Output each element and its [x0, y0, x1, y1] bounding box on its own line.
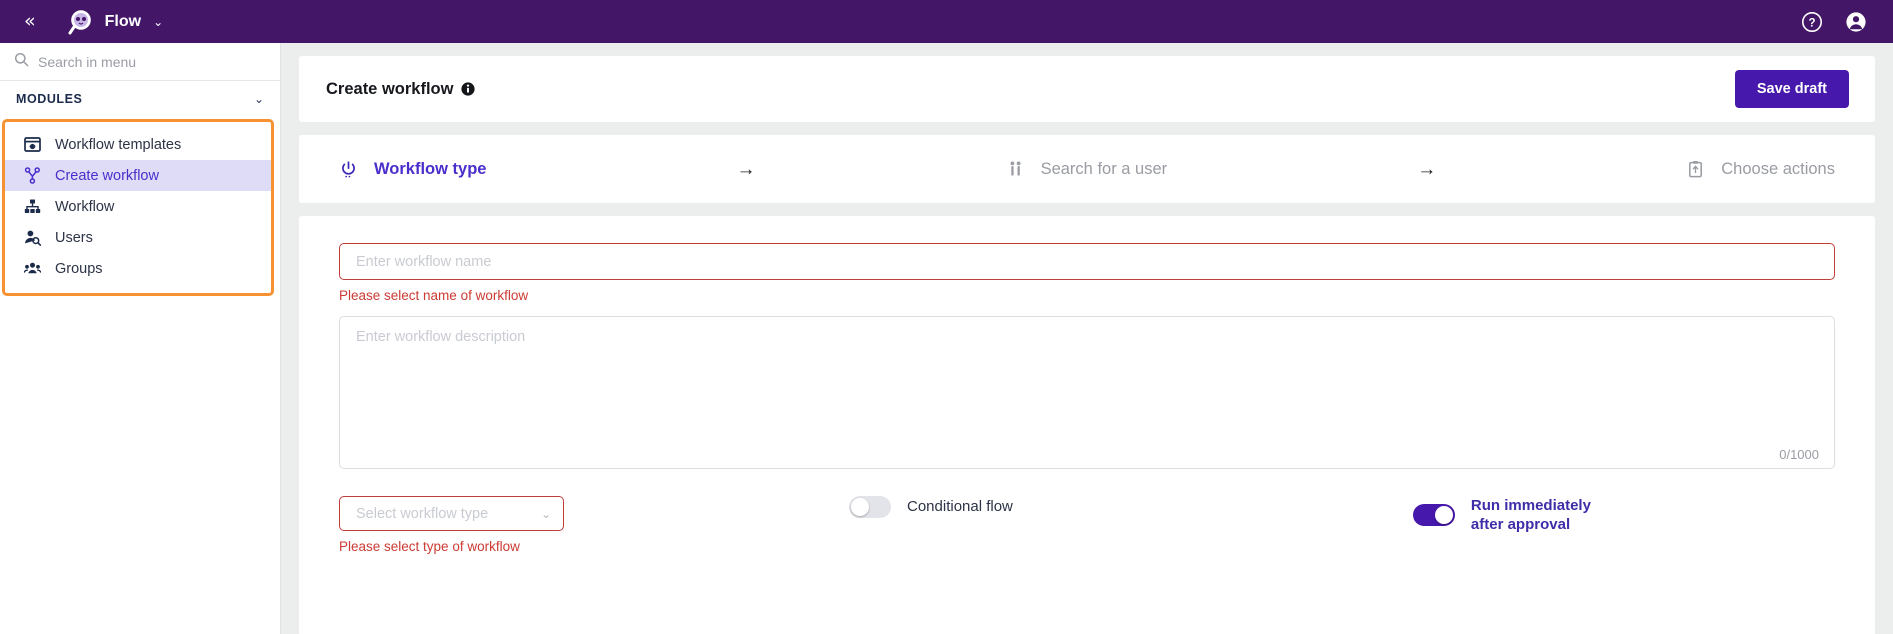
workflow-type-column: Select workflow type ⌄ Please select typ…: [339, 496, 564, 554]
help-circle-icon[interactable]: ?: [1801, 11, 1823, 33]
character-counter: 0/1000: [1779, 447, 1819, 462]
sidebar-item-create-workflow[interactable]: Create workflow: [5, 160, 271, 191]
svg-text:?: ?: [1808, 17, 1815, 29]
workflow-name-input[interactable]: [339, 243, 1835, 280]
sidebar-item-label: Workflow templates: [55, 136, 182, 153]
step-label: Search for a user: [1040, 159, 1168, 178]
top-bar-actions: ?: [1801, 11, 1875, 33]
toggle-knob: [1434, 506, 1453, 525]
modules-label: MODULES: [16, 92, 83, 106]
app-shell: Search in menu MODULES ⌄ Workflow templa…: [0, 43, 1893, 634]
sidebar-item-groups[interactable]: Groups: [5, 253, 271, 284]
conditional-flow-group: Conditional flow: [849, 496, 1013, 518]
conditional-flow-toggle[interactable]: [849, 496, 891, 518]
run-immediately-line-2: after approval: [1470, 516, 1571, 534]
run-immediately-toggle[interactable]: [1412, 504, 1455, 527]
workflow-name-error: Please select name of workflow: [339, 288, 529, 303]
sidebar-menu-highlight-box: Workflow templates Create workflow Workf…: [2, 119, 274, 296]
search-input[interactable]: Search in menu: [38, 54, 136, 70]
workflow-hierarchy-icon: [23, 197, 42, 216]
info-icon[interactable]: [461, 82, 476, 96]
page-title: Create workflow: [326, 79, 454, 98]
sidebar-item-label: Create workflow: [55, 167, 159, 184]
brand-chevron-down-icon: ⌄: [153, 14, 164, 29]
groups-icon: [23, 259, 42, 278]
sidebar-item-label: Workflow: [55, 198, 115, 215]
run-immediately-line-1: Run immediately: [1470, 497, 1591, 514]
run-immediately-label: Run immediately after approval: [1471, 496, 1591, 534]
conditional-flow-label: Conditional flow: [907, 498, 1013, 516]
workflow-form-card: Please select name of workflow 0/1000 Se…: [299, 216, 1875, 634]
brand-logo-button[interactable]: Flow ⌄: [68, 8, 164, 36]
people-icon: [1006, 160, 1025, 179]
workflow-description-wrapper: 0/1000: [339, 316, 1835, 474]
page-header-card: Create workflow Save draft: [299, 56, 1875, 122]
top-bar: « Flow ⌄ ?: [0, 0, 1893, 43]
workflow-type-error: Please select type of workflow: [339, 539, 520, 554]
main-content: Create workflow Save draft Workflow type…: [281, 43, 1893, 634]
brand-name: Flow: [104, 12, 142, 30]
user-search-icon: [23, 228, 42, 247]
power-icon: [339, 160, 358, 179]
sidebar: Search in menu MODULES ⌄ Workflow templa…: [0, 43, 281, 634]
toggle-knob: [851, 498, 869, 516]
collapse-sidebar-button[interactable]: «: [18, 10, 40, 33]
chevron-down-icon: ⌄: [253, 92, 264, 106]
step-label: Workflow type: [374, 159, 487, 178]
workflow-type-select-value: Select workflow type: [356, 505, 489, 522]
sidebar-item-workflow[interactable]: Workflow: [5, 191, 271, 222]
search-icon: [14, 52, 29, 72]
run-immediately-group: Run immediately after approval: [1412, 496, 1591, 534]
step-workflow-type[interactable]: Workflow type: [339, 160, 486, 179]
sidebar-item-workflow-templates[interactable]: Workflow templates: [5, 129, 271, 160]
chevron-down-icon: ⌄: [540, 506, 551, 521]
workflow-controls-row: Select workflow type ⌄ Please select typ…: [339, 496, 1835, 554]
step-label: Choose actions: [1721, 159, 1835, 178]
step-search-for-a-user[interactable]: Search for a user: [1006, 159, 1168, 179]
step-arrow-2-icon: →: [1417, 158, 1437, 180]
sidebar-item-label: Users: [55, 229, 93, 246]
sidebar-search-row[interactable]: Search in menu: [0, 43, 280, 81]
save-draft-button[interactable]: Save draft: [1734, 70, 1849, 108]
step-arrow-1-icon: →: [736, 158, 756, 180]
create-workflow-icon: [23, 166, 42, 185]
flow-magnifier-logo-icon: [68, 8, 96, 36]
sidebar-item-label: Groups: [55, 260, 103, 277]
sidebar-item-users[interactable]: Users: [5, 222, 271, 253]
workflow-stepper: Workflow type → Search for a user → Choo…: [299, 135, 1875, 203]
workflow-type-select[interactable]: Select workflow type ⌄: [339, 496, 564, 531]
account-circle-icon[interactable]: [1845, 11, 1867, 33]
sidebar-section-modules[interactable]: MODULES ⌄: [0, 81, 280, 117]
workflow-description-textarea[interactable]: [339, 316, 1835, 469]
workflow-templates-icon: [23, 135, 42, 154]
step-choose-actions[interactable]: Choose actions: [1686, 160, 1835, 179]
clipboard-icon: [1686, 160, 1705, 179]
